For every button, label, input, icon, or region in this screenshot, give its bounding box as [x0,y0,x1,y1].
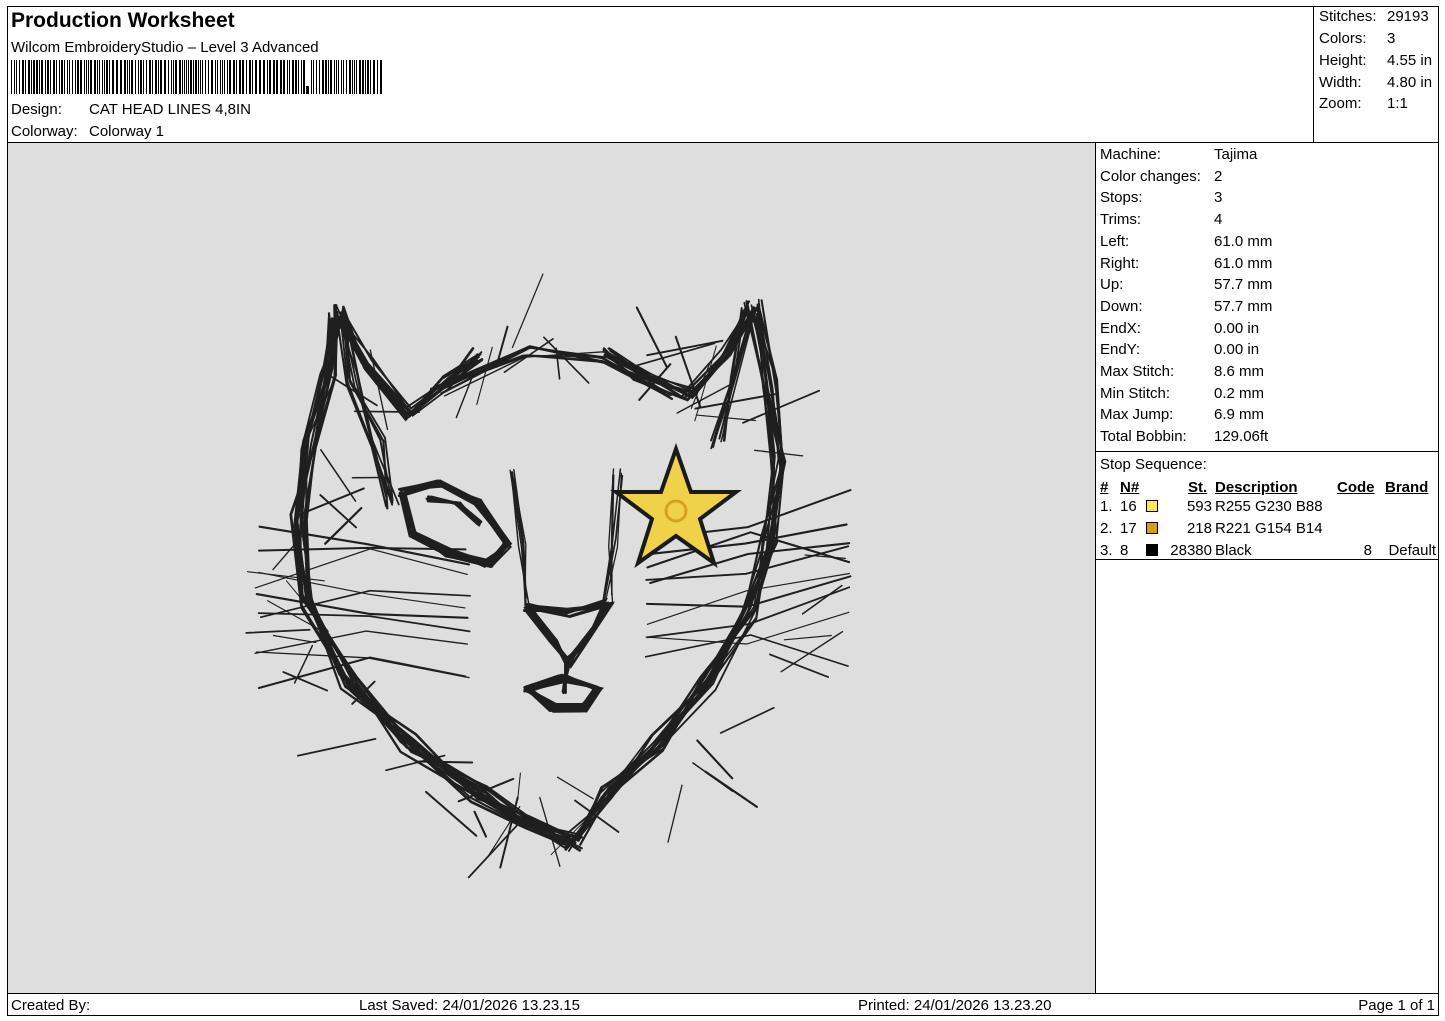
info-label: Left: [1100,232,1130,250]
info-row: Min Stitch: 0.2 mm [1100,385,1264,402]
stat-zoom: Zoom: 1:1 [1319,95,1408,112]
stat-height: Height: 4.55 in [1319,52,1433,69]
machine-info-panel: Machine: Tajima Color changes: 2 Stops: 3 Trim… [1096,143,1438,993]
row-code: 8 [1363,542,1372,559]
row-stitches: 28380 [1170,542,1212,559]
stats-panel: Stitches: 29193 Colors: 3 Height: 4.55 in W… [1314,7,1438,143]
info-label: EndY: [1100,341,1141,359]
row-description: Black [1215,542,1252,559]
info-label: Max Jump: [1100,406,1174,424]
design-label: Design: [11,101,62,118]
info-row: Right: 61.0 mm [1100,255,1272,272]
info-value: 61.0 mm [1214,254,1273,272]
printed-date: Printed: 24/01/2026 13.23.20 [858,997,1052,1014]
info-value: 129.06ft [1214,428,1269,446]
info-label: Total Bobbin: [1100,428,1187,446]
created-by: Created By: [11,997,91,1014]
info-row: Down: 57.7 mm [1100,298,1272,315]
info-row: Color changes: 2 [1100,168,1222,185]
colorway-row: Colorway: Colorway 1 [11,123,164,140]
col-code: Code [1337,479,1375,496]
info-value: 61.0 mm [1214,232,1273,250]
row-index: 2. [1100,520,1113,537]
page-number: Page 1 of 1 [1358,997,1435,1014]
divider [1096,559,1438,560]
row-stitches: 593 [1186,498,1212,515]
color-swatch [1146,522,1158,534]
design-row: Design: CAT HEAD LINES 4,8IN [11,101,251,118]
info-value: Tajima [1214,146,1258,163]
stat-colors: Colors: 3 [1319,30,1396,47]
info-label: Max Stitch: [1100,363,1175,380]
info-row: EndY: 0.00 in [1100,341,1259,358]
info-value: 2 [1214,167,1223,185]
worksheet: Production Worksheet Wilcom EmbroiderySt… [7,6,1439,1016]
info-value: 57.7 mm [1214,297,1273,315]
info-row: Max Jump: 6.9 mm [1100,406,1264,423]
info-row: Trims: 4 [1100,211,1222,228]
stop-sequence-title: Stop Sequence: [1100,456,1207,473]
info-row: Max Stitch: 8.6 mm [1100,363,1264,380]
row-needle: 8 [1120,542,1129,559]
info-label: Machine: [1100,146,1161,163]
divider [1096,451,1438,452]
row-brand: Default [1388,542,1436,559]
info-row: Total Bobbin: 129.06ft [1100,428,1268,445]
row-stitches: 218 [1186,520,1212,537]
col-brand: Brand [1385,479,1429,496]
color-swatch [1146,544,1158,556]
info-value: 0.00 in [1214,341,1260,359]
info-row: EndX: 0.00 in [1100,320,1259,337]
info-label: Right: [1100,254,1140,272]
barcode-icon [11,60,382,94]
info-row: Left: 61.0 mm [1100,233,1272,250]
design-preview [8,143,1096,993]
design-value: CAT HEAD LINES 4,8IN [89,101,251,118]
table-row: 1. 16 593 R255 G230 B88 [1100,498,1436,518]
cat-embroidery-image [245,273,852,879]
col-number: N# [1120,479,1140,496]
header-panel: Production Worksheet Wilcom EmbroiderySt… [8,7,1314,143]
colorway-value: Colorway 1 [89,123,165,140]
table-row: 2. 17 218 R221 G154 B14 [1100,520,1436,540]
color-swatch [1146,500,1158,512]
info-value: 57.7 mm [1214,276,1273,294]
info-value: 8.6 mm [1214,363,1265,380]
stat-width: Width: 4.80 in [1319,74,1433,91]
info-row: Stops: 3 [1100,189,1222,206]
row-description: R221 G154 B14 [1215,520,1323,537]
info-row: Machine: Tajima [1100,146,1257,163]
info-value: 0.00 in [1214,319,1260,337]
col-description: Description [1215,479,1298,496]
info-label: Min Stitch: [1100,384,1171,402]
software-name: Wilcom EmbroideryStudio – Level 3 Advanc… [11,39,319,56]
row-description: R255 G230 B88 [1215,498,1323,515]
stat-stitches: Stitches: 29193 [1319,8,1429,25]
row-needle: 17 [1120,520,1137,537]
info-value: 4 [1214,211,1223,229]
info-label: Stops: [1100,189,1143,207]
last-saved: Last Saved: 24/01/2026 13.23.15 [359,997,581,1014]
row-needle: 16 [1120,498,1137,515]
info-value: 0.2 mm [1214,384,1265,402]
col-index: # [1100,479,1109,496]
row-index: 1. [1100,498,1113,515]
col-stitches: St. [1188,479,1208,496]
info-label: Up: [1100,276,1124,294]
info-label: EndX: [1100,319,1141,337]
info-value: 6.9 mm [1214,406,1265,424]
row-index: 3. [1100,542,1113,559]
info-label: Trims: [1100,211,1142,229]
info-label: Down: [1100,297,1143,315]
info-row: Up: 57.7 mm [1100,276,1272,293]
info-label: Color changes: [1100,167,1201,185]
info-value: 3 [1214,189,1223,207]
colorway-label: Colorway: [11,123,78,140]
footer: Created By: Last Saved: 24/01/2026 13.23… [8,993,1438,1016]
page-title: Production Worksheet [11,9,235,32]
